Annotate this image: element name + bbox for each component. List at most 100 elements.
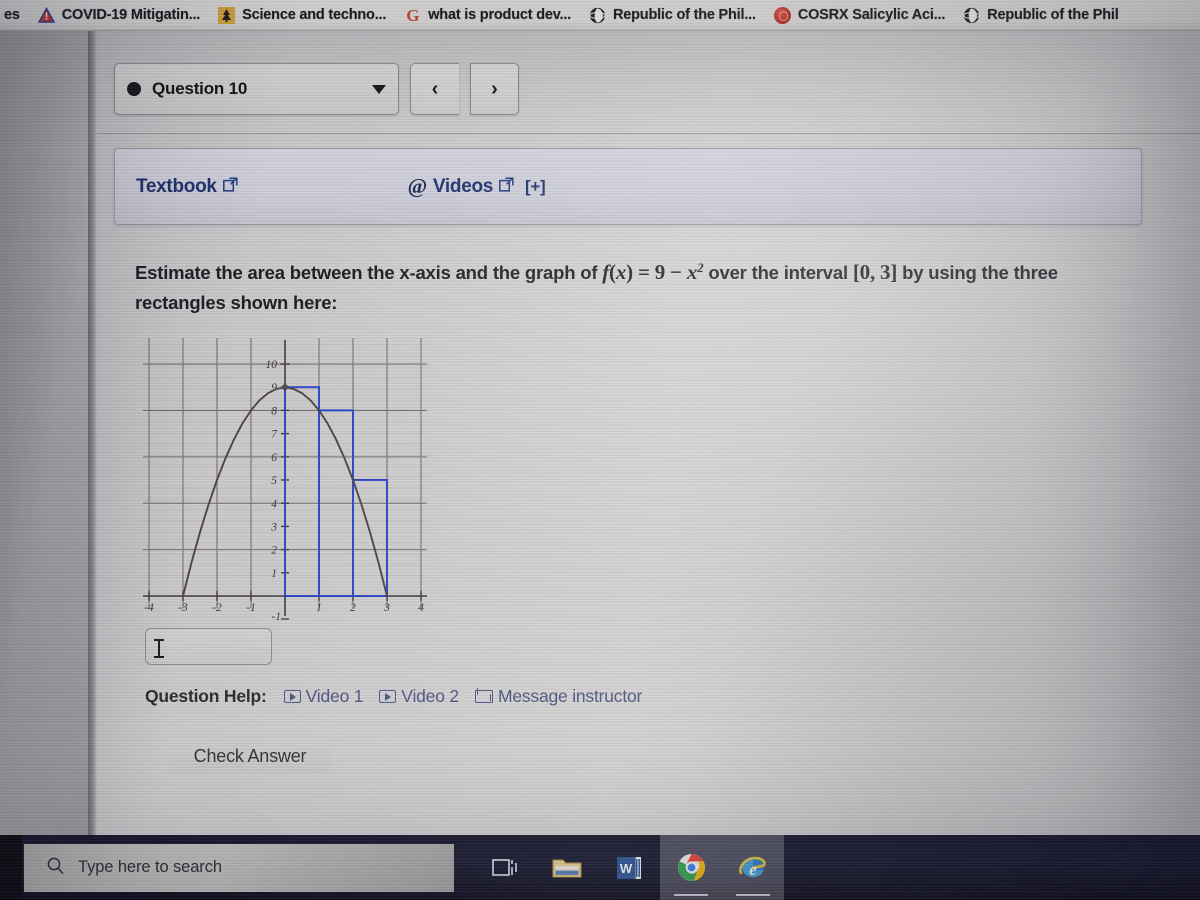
browser-tab-partial-label: es	[4, 7, 20, 23]
text-cursor-icon	[154, 639, 164, 658]
riemann-sum-graph: 10 9 8 7 6 5 4 3 2 1 -1 -4 -3 -2 -1 1 2 …	[135, 328, 435, 623]
expand-resources-button[interactable]: [+]	[525, 177, 546, 197]
question-select[interactable]: Question 10	[114, 63, 399, 115]
y-tick-label-3: 3	[270, 522, 277, 534]
warning-triangle-icon	[37, 6, 55, 24]
chrome-icon[interactable]	[660, 835, 722, 900]
task-view-icon[interactable]	[474, 835, 536, 900]
prompt-part-2: over the interval	[703, 262, 853, 284]
x-tick-label-1: 1	[316, 602, 322, 614]
x-tick-label-neg1: -1	[246, 602, 256, 614]
play-video-icon	[283, 690, 301, 703]
videos-label: Videos	[432, 175, 494, 197]
x-tick-label-neg3: -3	[178, 602, 188, 614]
external-link-icon	[499, 176, 514, 198]
question-help-row: Question Help: Video 1 Video 2 Message i…	[145, 686, 642, 707]
x-tick-label-neg2: -2	[212, 602, 222, 614]
message-instructor-link[interactable]: Message instructor	[474, 686, 643, 707]
x-tick-label-3: 3	[383, 602, 390, 614]
check-answer-button[interactable]: Check Answer	[170, 739, 330, 773]
browser-tab-gov-1-label: Republic of the Phil...	[613, 7, 756, 23]
browser-tab-partial[interactable]: es	[0, 0, 29, 30]
prompt-equals: =	[637, 260, 650, 285]
browser-tab-science[interactable]: Science and techno...	[209, 0, 395, 30]
question-navigation-bar: Question 10 ‹ ›	[114, 63, 519, 115]
word-icon[interactable]: W	[598, 835, 660, 900]
check-answer-label: Check Answer	[193, 745, 307, 766]
x-tick-label-4: 4	[418, 602, 424, 614]
browser-tab-covid[interactable]: COVID-19 Mitigatin...	[29, 0, 209, 30]
play-video-icon	[379, 690, 397, 703]
next-question-button[interactable]: ›	[470, 63, 519, 115]
videos-link[interactable]: @ Videos [+]	[408, 174, 546, 199]
x-tick-label-neg4: -4	[144, 602, 154, 614]
prompt-x-squared-base: x	[686, 260, 698, 285]
assignment-page: Question 10 ‹ › Textbook @ Videos [+] Es…	[97, 31, 1200, 835]
browser-tab-gov-2-label: Republic of the Phil	[987, 7, 1119, 23]
prompt-part-1: Estimate the area between the x-axis and…	[135, 262, 603, 284]
paperclip-icon: @	[407, 174, 428, 198]
browser-tab-google-label: what is product dev...	[428, 7, 571, 23]
browser-tab-gov-1[interactable]: Republic of the Phil...	[580, 0, 765, 30]
message-instructor-label: Message instructor	[497, 686, 643, 706]
prompt-minus: −	[670, 260, 682, 285]
video-1-label: Video 1	[305, 686, 364, 706]
y-tick-label-10: 10	[266, 359, 278, 371]
y-tick-label-5: 5	[271, 475, 277, 487]
file-explorer-icon[interactable]	[536, 835, 598, 900]
envelope-icon	[474, 690, 493, 703]
taskbar-search-input[interactable]: Type here to search	[24, 843, 454, 892]
taskbar-search-placeholder: Type here to search	[78, 858, 222, 876]
search-icon	[46, 856, 65, 880]
science-tree-icon	[218, 6, 236, 24]
prompt-interval: [0, 3]	[852, 260, 898, 285]
prompt-nine: 9	[654, 260, 666, 285]
windows-taskbar: Type here to search W e	[0, 835, 1200, 900]
browser-tab-strip: es COVID-19 Mitigatin... Science and tec…	[0, 0, 1200, 31]
browser-tab-cosrx[interactable]: COSRX Salicylic Aci...	[765, 0, 954, 30]
question-help-label: Question Help:	[145, 686, 267, 706]
browser-tab-google[interactable]: G what is product dev...	[395, 0, 580, 30]
question-prompt: Estimate the area between the x-axis and…	[135, 253, 1145, 318]
video-2-link[interactable]: Video 2	[379, 686, 459, 707]
y-tick-label-neg1: -1	[271, 611, 281, 623]
header-divider	[97, 133, 1200, 134]
y-tick-label-8: 8	[271, 406, 277, 418]
prompt-variable-x: x	[615, 260, 627, 285]
page-left-rail	[0, 31, 88, 835]
browser-tab-covid-label: COVID-19 Mitigatin...	[61, 7, 201, 23]
previous-question-button[interactable]: ‹	[410, 63, 459, 115]
globe-icon	[963, 7, 980, 24]
question-status-dot	[127, 82, 141, 96]
external-link-icon	[222, 176, 238, 198]
internet-explorer-icon[interactable]: e	[722, 835, 784, 900]
svg-text:e: e	[749, 860, 757, 879]
graph-svg: 10 9 8 7 6 5 4 3 2 1 -1 -4 -3 -2 -1 1 2 …	[135, 328, 435, 623]
y-tick-label-4: 4	[271, 498, 277, 510]
next-question-label: ›	[491, 77, 498, 100]
resources-bar: Textbook @ Videos [+]	[114, 148, 1142, 225]
prompt-paren-close: )	[626, 260, 633, 285]
cosrx-icon	[773, 6, 791, 24]
y-tick-label-1: 1	[271, 568, 277, 580]
chevron-down-icon	[372, 84, 386, 94]
x-tick-label-2: 2	[350, 602, 356, 614]
browser-tab-cosrx-label: COSRX Salicylic Aci...	[797, 7, 946, 23]
y-tick-label-6: 6	[271, 452, 277, 464]
video-2-label: Video 2	[401, 686, 459, 706]
question-select-label: Question 10	[152, 79, 248, 98]
previous-question-label: ‹	[431, 77, 439, 100]
textbook-link[interactable]: Textbook	[136, 176, 238, 198]
answer-input[interactable]	[145, 628, 272, 665]
y-tick-label-2: 2	[271, 545, 277, 557]
textbook-label: Textbook	[136, 175, 217, 197]
page-left-divider	[88, 31, 97, 835]
svg-text:W: W	[620, 861, 633, 876]
video-1-link[interactable]: Video 1	[283, 686, 364, 707]
prompt-paren-open: (	[609, 260, 616, 285]
taskbar-app-buttons: W e	[474, 835, 784, 900]
browser-tab-science-label: Science and techno...	[242, 7, 387, 23]
globe-icon	[589, 7, 606, 24]
start-button[interactable]	[0, 835, 22, 900]
browser-tab-gov-2[interactable]: Republic of the Phil	[954, 0, 1127, 30]
